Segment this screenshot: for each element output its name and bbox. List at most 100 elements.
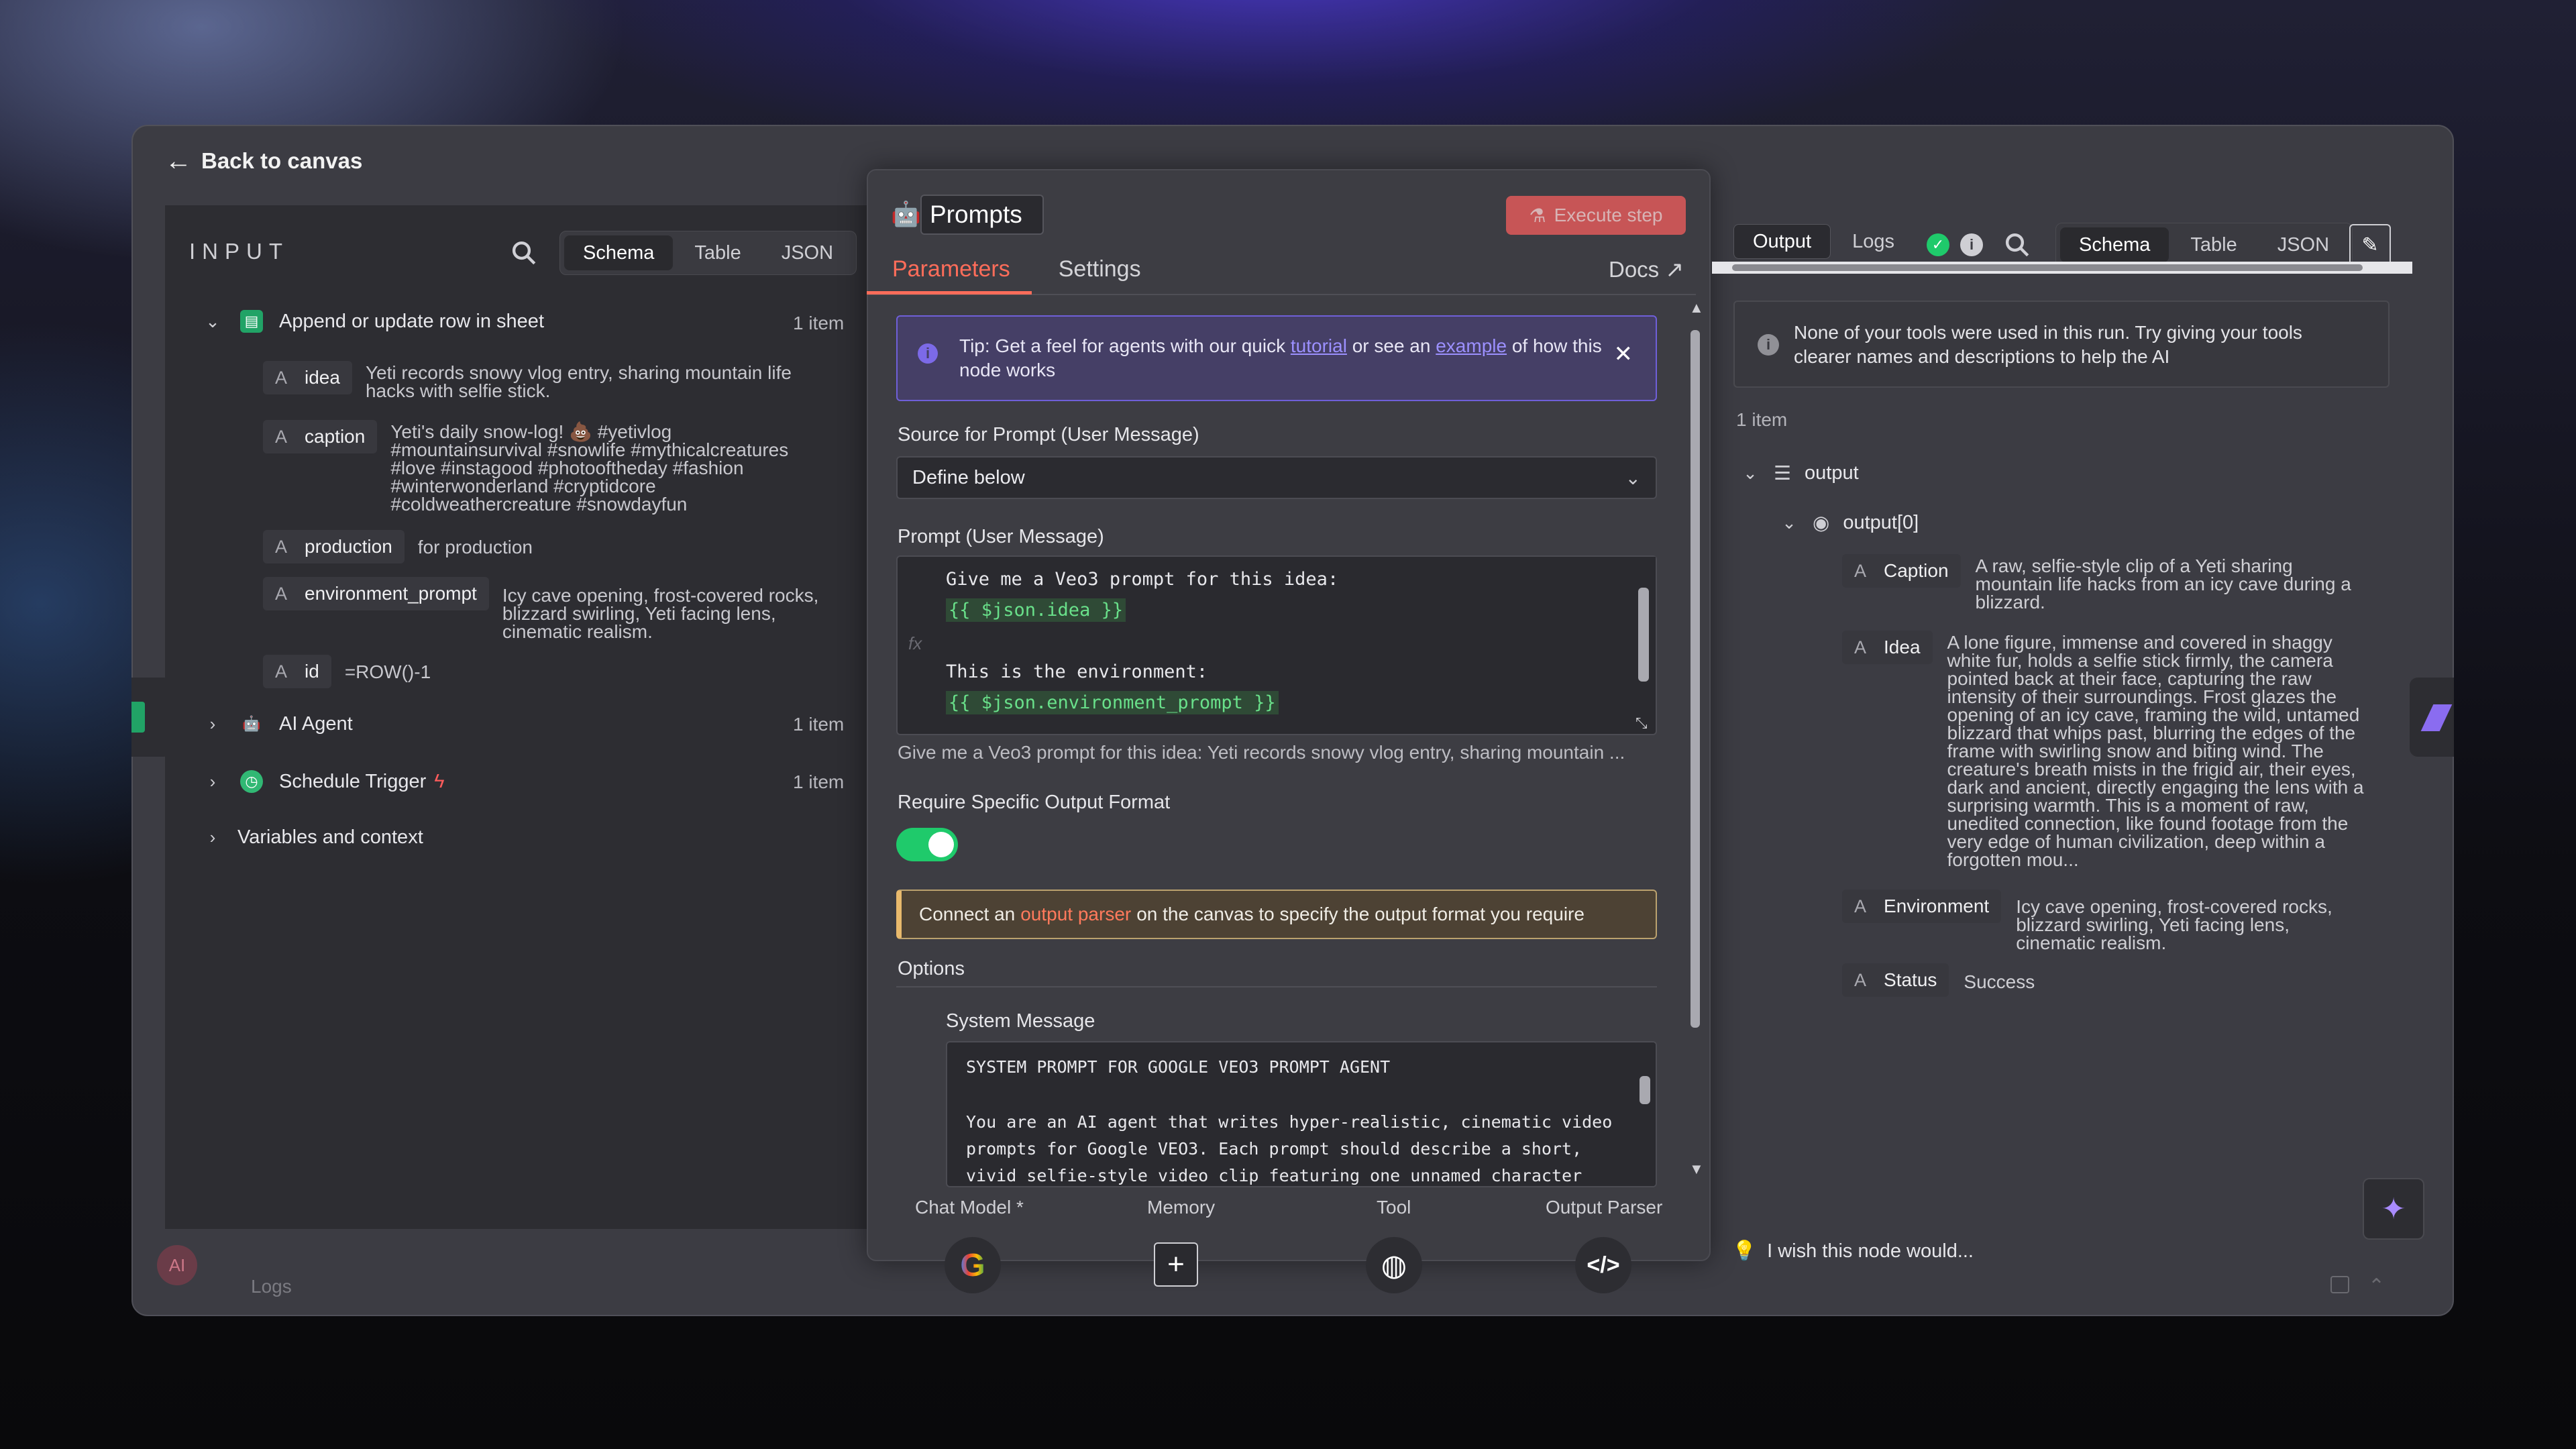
output-tab-table[interactable]: Table [2171, 227, 2255, 262]
search-icon[interactable] [2003, 231, 2031, 259]
robot-icon: 🤖 [891, 200, 921, 227]
google-gemini-icon[interactable]: G [945, 1237, 1001, 1293]
tutorial-link[interactable]: tutorial [1291, 335, 1347, 356]
tree-node-append-row[interactable]: ⌄ ▤ Append or update row in sheet [203, 310, 544, 333]
example-link[interactable]: example [1436, 335, 1507, 356]
prompt-preview: Give me a Veo3 prompt for this idea: Yet… [898, 742, 1625, 763]
ai-assistant-button[interactable]: ✦ [2363, 1178, 2424, 1240]
tree-node-ai-agent[interactable]: › 🤖 AI Agent [203, 712, 353, 735]
output-parser-link[interactable]: output parser [1020, 904, 1131, 925]
success-check-icon: ✓ [1927, 233, 1949, 256]
field-name: id [305, 661, 319, 682]
code-icon: </> [1587, 1252, 1620, 1278]
lightning-icon: ϟ [434, 770, 445, 792]
item-count: 1 item [793, 714, 845, 735]
system-message-editor[interactable]: SYSTEM PROMPT FOR GOOGLE VEO3 PROMPT AGE… [946, 1041, 1657, 1187]
tree-node-label: Schedule Trigger [279, 770, 427, 792]
horizontal-scrollbar[interactable] [1712, 262, 2412, 274]
add-memory-button[interactable]: + [1154, 1242, 1198, 1287]
node-title-input[interactable]: Prompts [920, 195, 1044, 235]
info-icon: i [1758, 334, 1779, 356]
logs-label[interactable]: Logs [251, 1276, 292, 1297]
field-id[interactable]: Aid =ROW()-1 [263, 655, 431, 688]
google-sheets-icon: ▤ [240, 310, 263, 333]
text-type-icon: A [275, 367, 288, 388]
field-caption[interactable]: Acaption Yeti's daily snow-log! 💩 #yetiv… [263, 420, 789, 515]
output-field-idea[interactable]: A Idea A lone figure, immense and covered… [1842, 631, 2364, 869]
info-icon[interactable]: i [1960, 233, 1983, 256]
text-type-icon: A [275, 426, 288, 447]
info-icon: i [918, 343, 938, 364]
input-tab-json[interactable]: JSON [763, 235, 852, 270]
chevron-down-icon: ⌄ [1625, 468, 1641, 488]
panel-toggle-icon[interactable] [2330, 1276, 2349, 1293]
avatar[interactable]: AI [157, 1245, 197, 1285]
external-link-icon: ↗ [1665, 257, 1684, 282]
right-node-tab[interactable] [2410, 678, 2454, 757]
output-parser-node-icon[interactable]: </> [1575, 1237, 1631, 1293]
execute-step-button[interactable]: ⚗ Execute step [1506, 196, 1686, 235]
field-production[interactable]: Aproduction for production [263, 530, 533, 564]
collapse-icon[interactable]: ⌃ [2368, 1275, 2385, 1298]
panel-scrollbar[interactable]: ▲ ▼ [1685, 299, 1705, 1185]
search-icon[interactable] [510, 239, 538, 267]
require-output-toggle[interactable] [896, 828, 958, 861]
text-type-icon: A [1854, 969, 1867, 990]
tab-output[interactable]: Output [1733, 224, 1831, 259]
close-icon[interactable]: ✕ [1614, 341, 1633, 368]
scrollbar[interactable] [1634, 1042, 1656, 1186]
feedback-link[interactable]: 💡 I wish this node would... [1732, 1240, 1974, 1263]
object-icon: ◉ [1813, 513, 1830, 534]
tree-node-variables[interactable]: › Variables and context [203, 826, 423, 849]
text-type-icon: A [1854, 896, 1867, 916]
tree-node-schedule-trigger[interactable]: › ◷ Schedule Trigger ϟ [203, 770, 445, 793]
field-environment-prompt[interactable]: Aenvironment_prompt Icy cave opening, fr… [263, 577, 818, 641]
sparkle-icon: ✦ [2381, 1192, 2406, 1226]
tree-node-label: Append or update row in sheet [279, 310, 544, 332]
system-message-label: System Message [946, 1010, 1095, 1032]
connector-chat-model-label: Chat Model * [915, 1197, 1024, 1218]
input-tab-table[interactable]: Table [676, 235, 759, 270]
back-label: Back to canvas [201, 148, 363, 173]
output-field-status[interactable]: A Status Success [1842, 963, 2035, 997]
back-to-canvas-link[interactable]: ← Back to canvas [165, 141, 362, 181]
prompt-editor[interactable]: Give me a Veo3 prompt for this idea: {{ … [896, 555, 1657, 735]
input-title: INPUT [189, 239, 289, 264]
field-idea[interactable]: Aidea Yeti records snowy vlog entry, sha… [263, 361, 792, 400]
connector-output-parser-label: Output Parser [1546, 1197, 1663, 1218]
output-tab-json[interactable]: JSON [2259, 227, 2348, 262]
field-value: Yeti records snowy vlog entry, sharing m… [365, 362, 792, 401]
scrollbar[interactable] [1631, 557, 1656, 710]
agent-icon [2420, 704, 2453, 731]
edit-pencil-icon[interactable]: ✎ [2349, 224, 2391, 266]
resize-handle-icon[interactable]: ⤡ [1635, 715, 1648, 732]
tool-node-icon[interactable]: ◍ [1366, 1237, 1422, 1293]
input-tab-schema[interactable]: Schema [564, 235, 674, 270]
items-count: 1 item [1736, 409, 1788, 430]
docs-link[interactable]: Docs ↗ [1609, 256, 1684, 282]
list-icon: ☰ [1774, 463, 1791, 484]
field-value: Yeti's daily snow-log! 💩 #yetivlog #mount… [390, 421, 789, 515]
output-item-node[interactable]: ⌄ ◉ output[0] [1779, 511, 1919, 535]
tab-logs[interactable]: Logs [1833, 224, 1913, 259]
tools-unused-note: i None of your tools were used in this r… [1733, 301, 2390, 388]
text-type-icon: A [1854, 637, 1867, 657]
tip-banner: i Tip: Get a feel for agents with our qu… [896, 315, 1657, 401]
output-view-switcher: Schema Table JSON [2055, 223, 2353, 267]
tab-parameters[interactable]: Parameters [892, 256, 1010, 282]
tab-settings[interactable]: Settings [1059, 256, 1141, 282]
output-tab-schema[interactable]: Schema [2060, 227, 2169, 262]
connector-tool-label: Tool [1377, 1197, 1411, 1218]
output-field-environment[interactable]: A Environment Icy cave opening, frost-cov… [1842, 890, 2332, 953]
field-name: environment_prompt [305, 583, 477, 604]
field-name: idea [305, 367, 340, 388]
field-value: for production [417, 537, 533, 557]
output-root-node[interactable]: ⌄ ☰ output [1740, 462, 1859, 485]
source-select[interactable]: Define below ⌄ [896, 456, 1657, 499]
item-count: 1 item [793, 313, 845, 333]
input-view-switcher: Schema Table JSON [559, 231, 857, 275]
output-field-caption[interactable]: A Caption A raw, selfie-style clip of a Y… [1842, 554, 2351, 612]
divider [896, 986, 1657, 987]
text-type-icon: A [1854, 560, 1867, 581]
chevron-right-icon: › [209, 771, 216, 792]
